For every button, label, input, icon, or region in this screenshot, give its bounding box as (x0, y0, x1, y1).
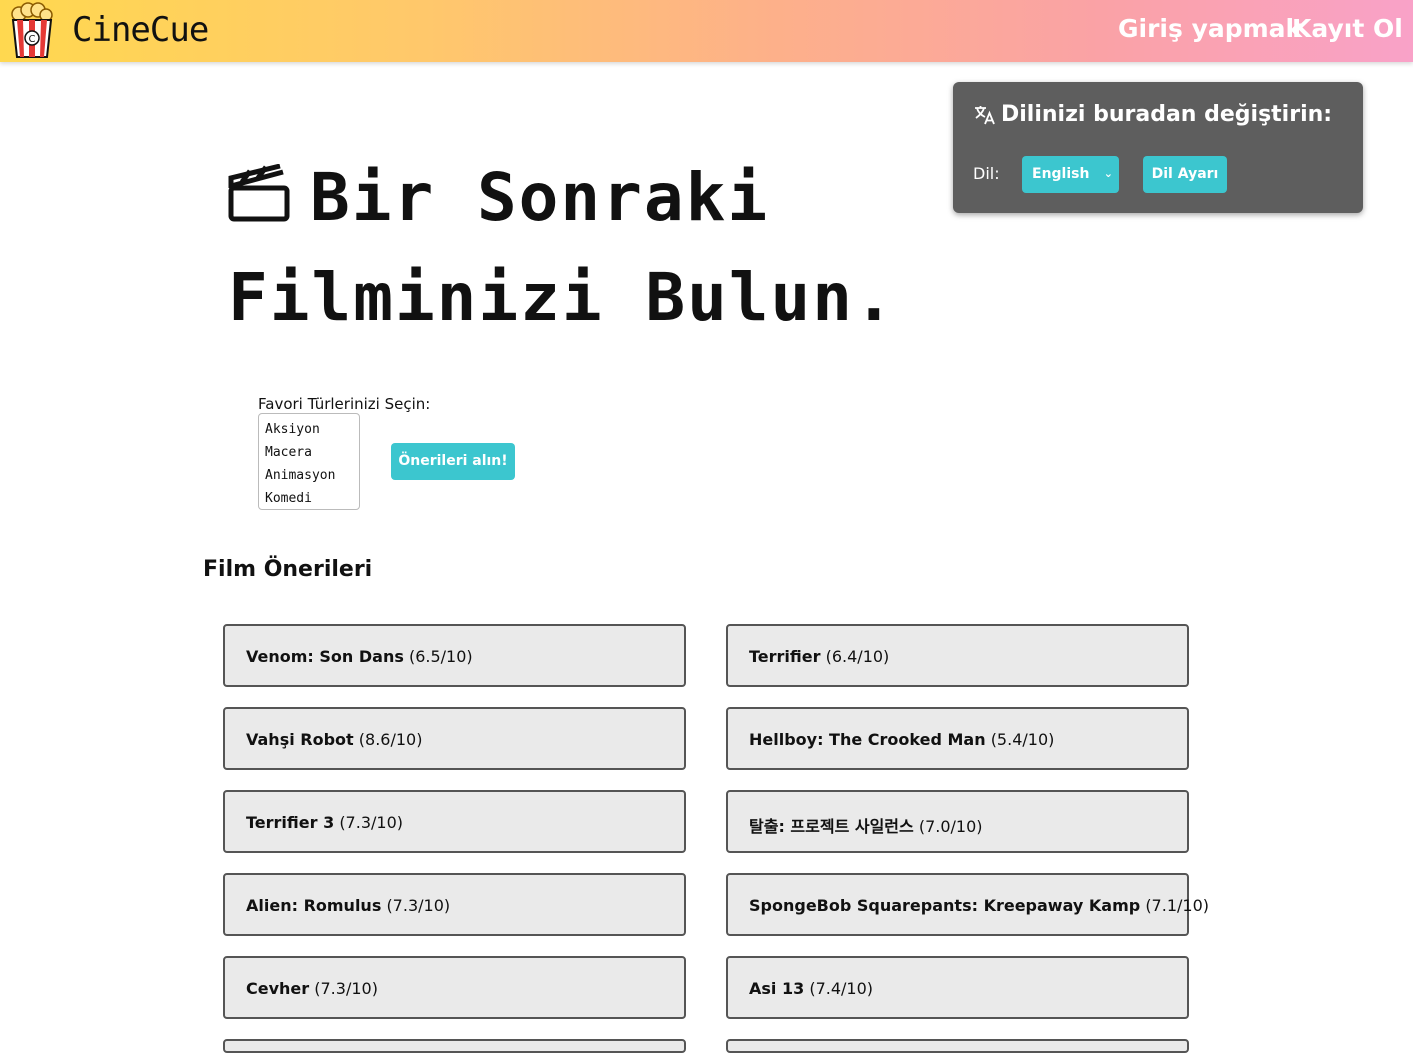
movie-title: Hellboy: The Crooked Man (749, 730, 986, 749)
movie-card[interactable]: Vahşi Robot (8.6/10) (223, 707, 686, 770)
register-link[interactable]: Kayıt Ol (1292, 14, 1403, 43)
brand-name[interactable]: CineCue (72, 10, 209, 50)
movie-card[interactable]: Cevher (7.3/10) (223, 956, 686, 1019)
movie-rating: (6.4/10) (825, 647, 890, 666)
movie-title: Terrifier (749, 647, 821, 666)
svg-text:C: C (29, 34, 36, 45)
login-link[interactable]: Giriş yapmak (1118, 14, 1302, 43)
genre-option[interactable]: Animasyon (265, 464, 359, 487)
chevron-down-icon: ⌄ (1103, 167, 1113, 180)
genre-option[interactable]: Komedi (265, 487, 359, 509)
genre-option[interactable]: Aksiyon (265, 418, 359, 441)
language-panel-title: Dilinizi buradan değiştirin: (973, 102, 1332, 127)
genre-option[interactable]: Macera (265, 441, 359, 464)
movie-rating: (7.3/10) (339, 813, 403, 832)
movie-title: 탈출: 프로젝트 사일런스 (749, 817, 914, 836)
movie-card[interactable]: Alien: Romulus (7.3/10) (223, 873, 686, 936)
language-panel-title-text: Dilinizi buradan değiştirin: (1001, 102, 1333, 127)
movie-title: Terrifier 3 (246, 813, 335, 832)
movie-card[interactable]: Hellboy: The Crooked Man (5.4/10) (726, 707, 1189, 770)
language-select[interactable]: English ⌄ (1022, 156, 1119, 193)
hero-heading: Bir Sonraki Filminizi Bulun. (228, 148, 948, 348)
movie-rating: (5.4/10) (990, 730, 1055, 749)
movie-rating: (7.0/10) (918, 817, 983, 836)
hero-line-2: Filminizi Bulun. (228, 259, 896, 336)
movie-card-partial[interactable] (223, 1039, 686, 1053)
movie-title: SpongeBob Squarepants: Kreepaway Kamp (749, 896, 1141, 915)
movie-title: Cevher (246, 979, 310, 998)
movie-title: Venom: Son Dans (246, 647, 404, 666)
language-panel: Dilinizi buradan değiştirin: Dil: Englis… (953, 82, 1363, 213)
movie-card[interactable]: Terrifier 3 (7.3/10) (223, 790, 686, 853)
language-label: Dil: (973, 164, 1000, 183)
movie-card[interactable]: 탈출: 프로젝트 사일런스 (7.0/10) (726, 790, 1189, 853)
movie-rating: (7.1/10) (1145, 896, 1209, 915)
movie-title: Alien: Romulus (246, 896, 382, 915)
language-set-button[interactable]: Dil Ayarı (1143, 156, 1227, 193)
recommendations-title: Film Önerileri (203, 557, 373, 582)
language-select-value: English (1032, 166, 1090, 182)
movie-title: Asi 13 (749, 979, 805, 998)
genre-label: Favori Türlerinizi Seçin: (258, 395, 431, 413)
hero-line-1-text: Bir Sonraki (310, 159, 770, 236)
movie-rating: (6.5/10) (408, 647, 473, 666)
genre-multiselect[interactable]: Aksiyon Macera Animasyon Komedi (258, 413, 360, 510)
movie-rating: (8.6/10) (358, 730, 423, 749)
movie-card[interactable]: Venom: Son Dans (6.5/10) (223, 624, 686, 687)
clapperboard-icon (228, 164, 290, 222)
movie-card-partial[interactable] (726, 1039, 1189, 1053)
top-navbar: C CineCue Giriş yapmak Kayıt Ol (0, 0, 1413, 62)
movie-card[interactable]: Terrifier (6.4/10) (726, 624, 1189, 687)
get-recommendations-button[interactable]: Önerileri alın! (391, 443, 515, 480)
movie-card[interactable]: SpongeBob Squarepants: Kreepaway Kamp (7… (726, 873, 1209, 936)
popcorn-logo-icon[interactable]: C (10, 2, 54, 58)
hero-line-1: Bir Sonraki (228, 148, 948, 248)
movie-rating: (7.3/10) (314, 979, 378, 998)
movie-rating: (7.3/10) (386, 896, 451, 915)
movie-title: Vahşi Robot (246, 730, 354, 749)
movie-rating: (7.4/10) (809, 979, 874, 998)
movie-card[interactable]: Asi 13 (7.4/10) (726, 956, 1189, 1019)
translate-icon (975, 105, 995, 124)
